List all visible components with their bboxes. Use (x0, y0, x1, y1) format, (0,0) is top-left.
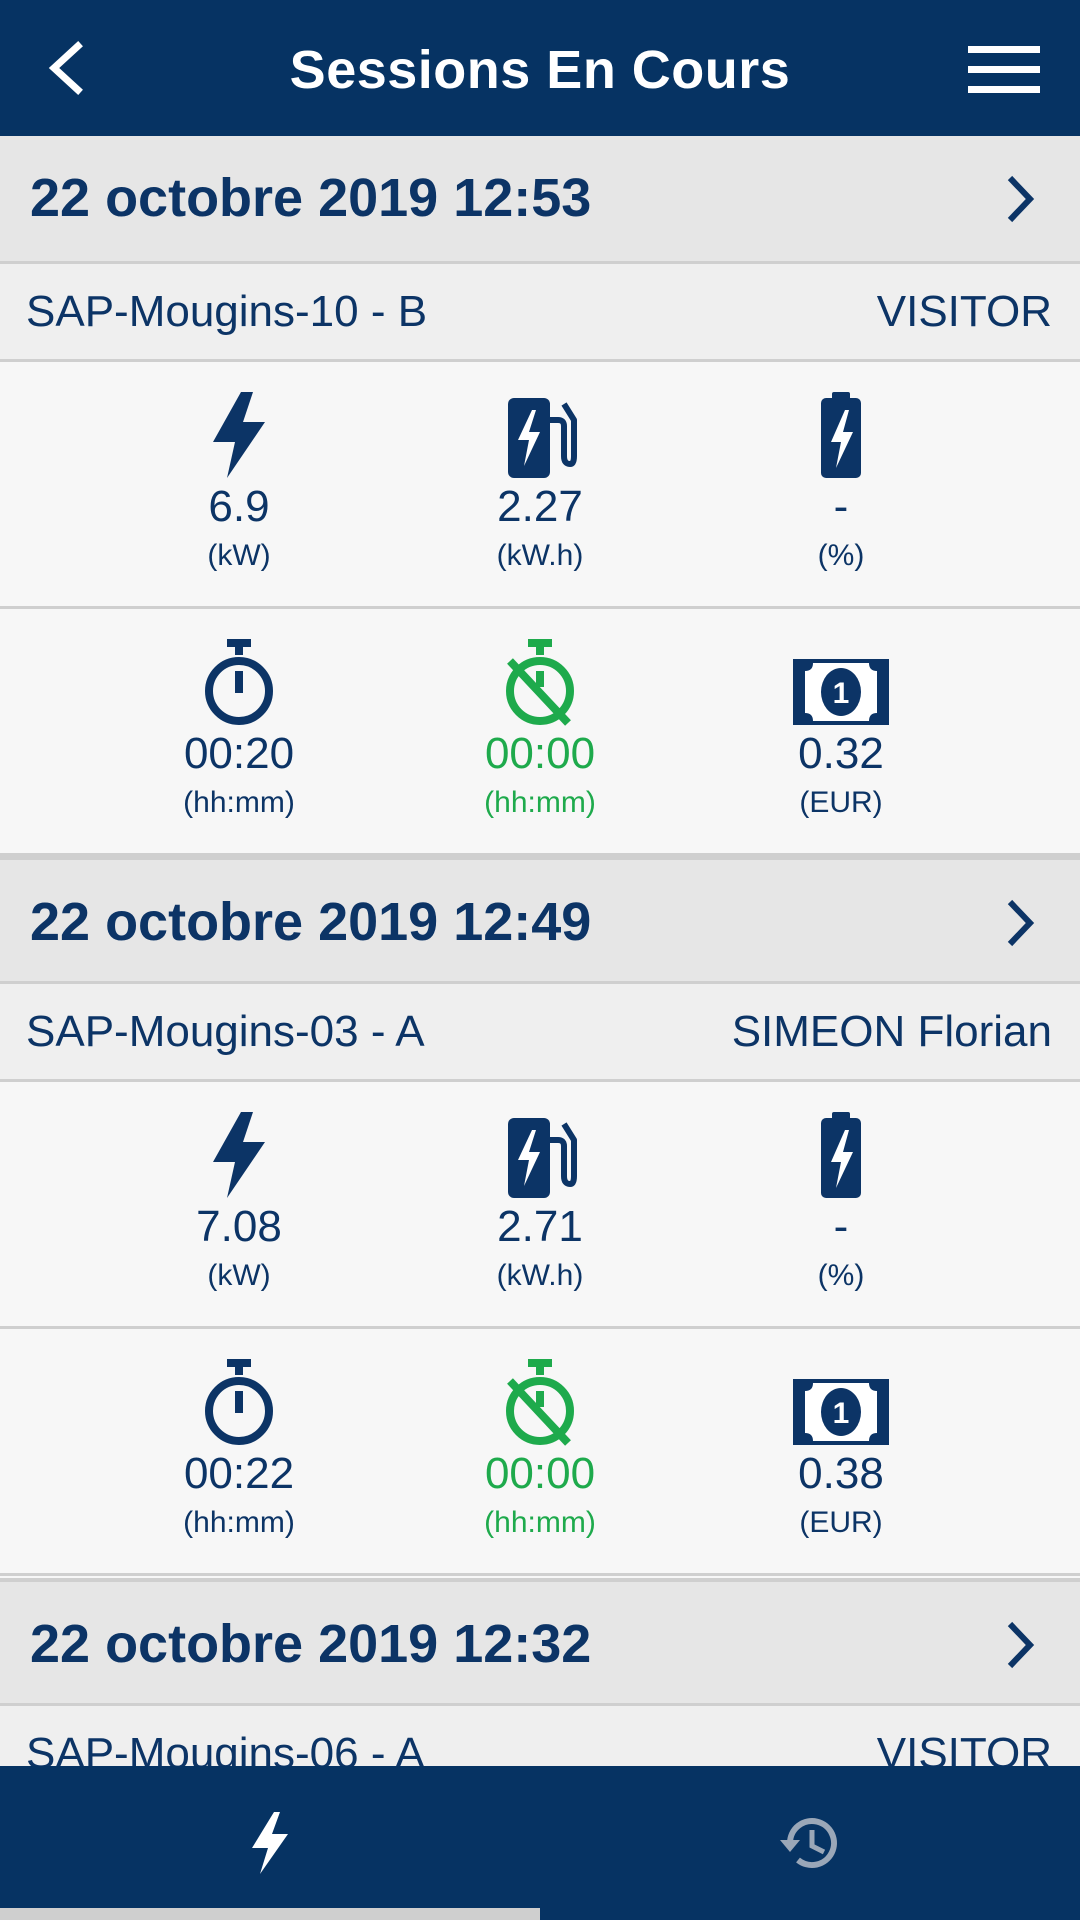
battery-charging-icon (821, 1112, 861, 1198)
cost-value: 0.38 (798, 1449, 884, 1498)
charging-station-icon (508, 1118, 577, 1198)
page-title: Sessions En Cours (289, 40, 791, 100)
history-icon (780, 1818, 837, 1869)
metrics-row-charge: 6.9 (kW) 2.27 (kW.h) - (%) (0, 362, 1080, 609)
metric-idle-time: 00:00 (hh:mm) (440, 1329, 640, 1576)
duration-unit: (hh:mm) (183, 786, 295, 819)
bottom-navigation (0, 1766, 1080, 1920)
session-station-row: SAP-Mougins-10 - B VISITOR (0, 264, 1080, 362)
soc-unit: (%) (817, 1259, 865, 1292)
stopwatch-off-icon (506, 1359, 574, 1446)
soc-value: - (833, 482, 849, 531)
metric-idle-time: 00:00 (hh:mm) (440, 609, 640, 856)
metric-power: 6.9 (kW) (139, 362, 339, 609)
metrics-row-time: 00:22 (hh:mm) 00:00 (hh:mm) 1 0.38 (EUR) (0, 1329, 1080, 1576)
session-date: 22 octobre 2019 12:32 (30, 1614, 592, 1674)
session-station-row: SAP-Mougins-06 - A VISITOR (0, 1706, 1080, 1766)
duration-value: 00:22 (183, 1449, 295, 1498)
metrics-row-charge: 7.08 (kW) 2.71 (kW.h) - (%) (0, 1082, 1080, 1329)
session-station-row: SAP-Mougins-03 - A SIMEON Florian (0, 984, 1080, 1082)
idle-value: 00:00 (484, 1449, 596, 1498)
metric-energy: 2.71 (kW.h) (440, 1082, 640, 1329)
tab-current-sessions[interactable] (0, 1766, 540, 1920)
station-name: SAP-Mougins-06 - A (26, 1729, 425, 1766)
energy-unit: (kW.h) (496, 1259, 584, 1292)
soc-value: - (833, 1202, 849, 1251)
energy-value: 2.27 (497, 482, 583, 531)
hamburger-menu-icon[interactable] (966, 40, 1042, 100)
cost-unit: (EUR) (799, 1506, 883, 1539)
energy-unit: (kW.h) (496, 539, 584, 572)
session-date-row[interactable]: 22 octobre 2019 12:49 (0, 856, 1080, 984)
soc-unit: (%) (817, 539, 865, 572)
metric-cost: 1 0.38 (EUR) (741, 1329, 941, 1576)
metric-cost: 1 0.32 (EUR) (741, 609, 941, 856)
idle-unit: (hh:mm) (484, 786, 596, 819)
metric-soc: - (%) (741, 1082, 941, 1329)
banknote-icon: 1 (793, 659, 889, 725)
station-name: SAP-Mougins-03 - A (26, 1007, 425, 1056)
sessions-list[interactable]: 22 octobre 2019 12:53 SAP-Mougins-10 - B… (0, 136, 1080, 1766)
stopwatch-icon (205, 1359, 273, 1445)
active-tab-indicator (0, 1908, 540, 1920)
metric-energy: 2.27 (kW.h) (440, 362, 640, 609)
session-date-row[interactable]: 22 octobre 2019 12:53 (0, 136, 1080, 264)
session-user: VISITOR (876, 287, 1052, 336)
session-user: SIMEON Florian (731, 1007, 1052, 1056)
power-value: 6.9 (208, 482, 270, 531)
app-header: Sessions En Cours (0, 0, 1080, 136)
session-date-row[interactable]: 22 octobre 2019 12:32 (0, 1578, 1080, 1706)
metrics-row-time: 00:20 (hh:mm) 00:00 (hh:mm) 1 0.32 (EUR) (0, 609, 1080, 856)
station-name: SAP-Mougins-10 - B (26, 287, 428, 336)
charging-station-icon (508, 398, 577, 478)
tab-history[interactable] (540, 1766, 1080, 1920)
lightning-icon (213, 1112, 265, 1198)
metric-power: 7.08 (kW) (139, 1082, 339, 1329)
power-unit: (kW) (207, 539, 271, 572)
cost-value: 0.32 (798, 729, 884, 778)
metric-duration: 00:22 (hh:mm) (139, 1329, 339, 1576)
idle-value: 00:00 (484, 729, 596, 778)
power-unit: (kW) (207, 1259, 271, 1292)
energy-value: 2.71 (497, 1202, 583, 1251)
stopwatch-off-icon (506, 639, 574, 726)
power-value: 7.08 (196, 1202, 282, 1251)
duration-unit: (hh:mm) (183, 1506, 295, 1539)
duration-value: 00:20 (183, 729, 295, 778)
cost-unit: (EUR) (799, 786, 883, 819)
stopwatch-icon (205, 639, 273, 725)
session-date: 22 octobre 2019 12:49 (30, 892, 592, 952)
session-date: 22 octobre 2019 12:53 (30, 168, 592, 228)
svg-text:1: 1 (833, 677, 850, 710)
battery-charging-icon (821, 392, 861, 478)
idle-unit: (hh:mm) (484, 1506, 596, 1539)
metric-soc: - (%) (741, 362, 941, 609)
svg-text:1: 1 (833, 1397, 850, 1430)
chevron-right-icon[interactable] (1000, 174, 1040, 224)
metric-duration: 00:20 (hh:mm) (139, 609, 339, 856)
lightning-icon (252, 1812, 288, 1874)
session-user: VISITOR (876, 1729, 1052, 1766)
lightning-icon (213, 392, 265, 478)
banknote-icon: 1 (793, 1379, 889, 1445)
chevron-right-icon[interactable] (1000, 1620, 1040, 1670)
chevron-right-icon[interactable] (1000, 898, 1040, 948)
